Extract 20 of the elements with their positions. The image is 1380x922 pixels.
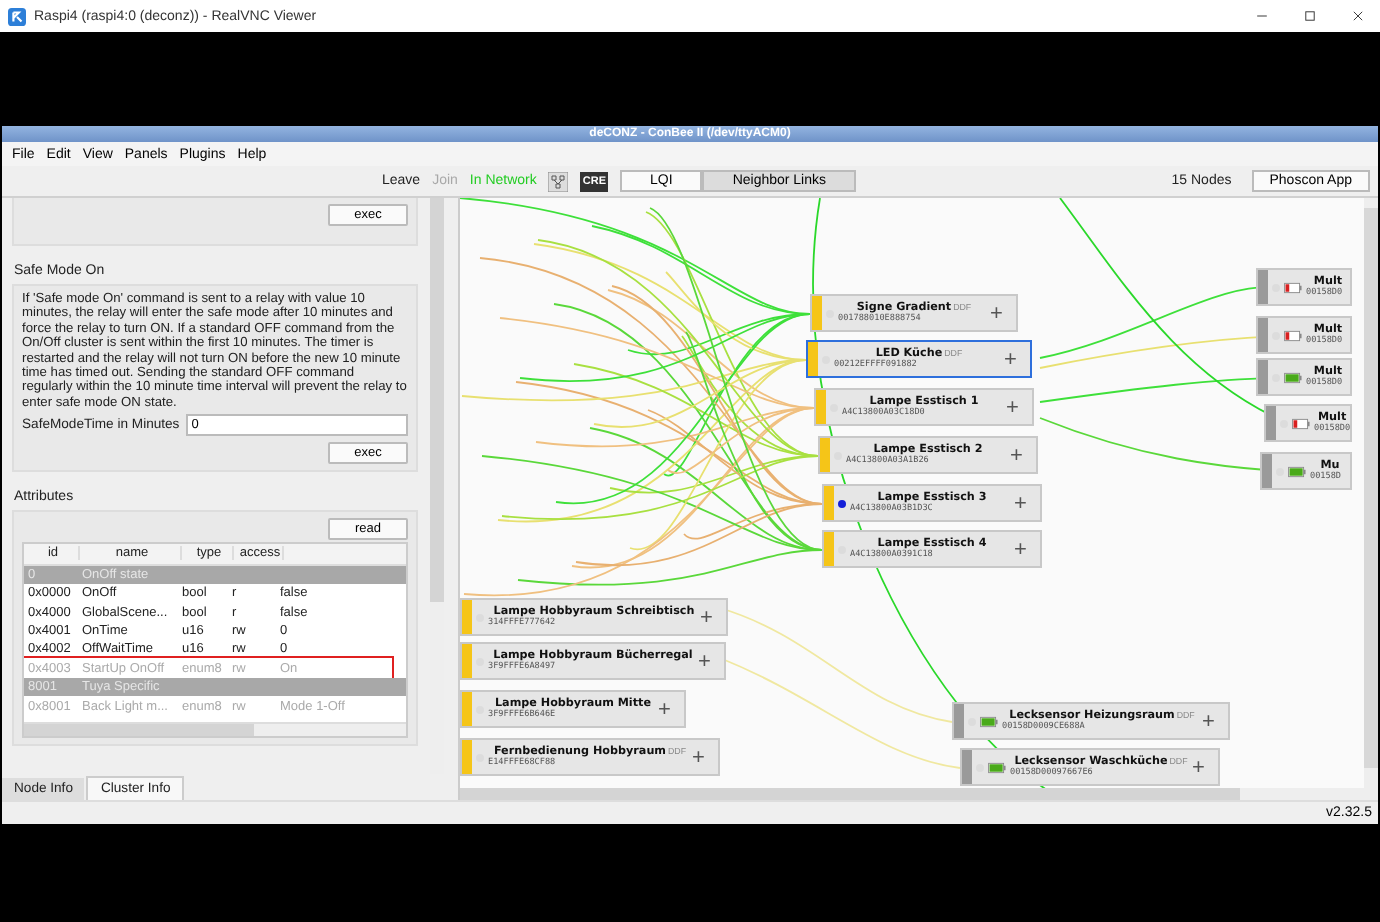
add-button[interactable]: +	[1014, 493, 1036, 513]
add-button[interactable]: +	[1202, 711, 1224, 731]
close-icon[interactable]	[1352, 10, 1364, 22]
add-button[interactable]: +	[658, 699, 680, 719]
add-button[interactable]: +	[700, 607, 722, 627]
scrollbar[interactable]	[1364, 198, 1378, 788]
add-button[interactable]: +	[1014, 539, 1036, 559]
app-logo-icon	[8, 7, 26, 25]
add-button[interactable]: +	[698, 651, 720, 671]
network-icon[interactable]	[548, 171, 569, 191]
maximize-icon[interactable]	[1304, 10, 1316, 22]
add-button[interactable]: +	[692, 747, 714, 767]
add-button[interactable]: +	[1004, 349, 1026, 369]
scrollbar[interactable]	[24, 722, 406, 737]
add-button[interactable]: +	[990, 303, 1012, 323]
add-button[interactable]: +	[1010, 445, 1032, 465]
add-button[interactable]: +	[1192, 757, 1214, 777]
scrollbar[interactable]	[460, 788, 1378, 800]
minimize-icon[interactable]	[1256, 10, 1268, 22]
add-button[interactable]: +	[1006, 397, 1028, 417]
